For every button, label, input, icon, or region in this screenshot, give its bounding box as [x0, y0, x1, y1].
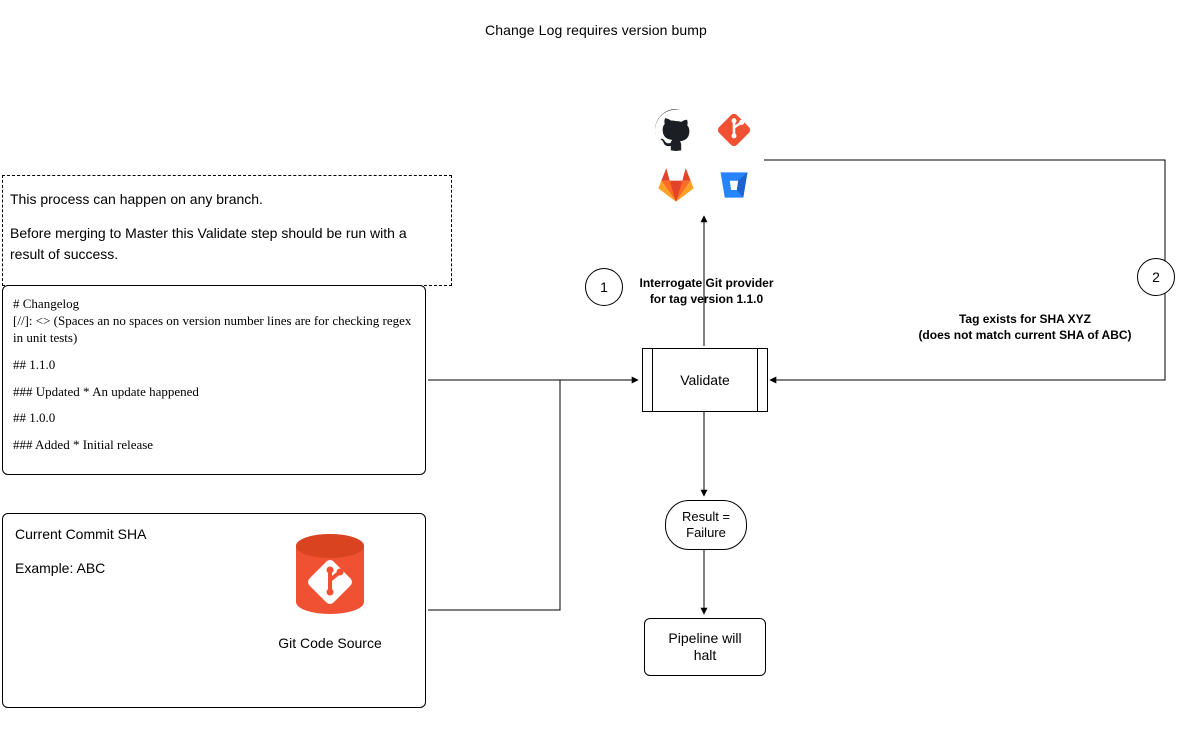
git-source-label: Git Code Source	[275, 634, 385, 652]
note-line-1: This process can happen on any branch.	[10, 189, 440, 211]
changelog-box: # Changelog [//]: <> (Spaces an no space…	[2, 285, 426, 475]
halt-line-2: halt	[694, 647, 717, 663]
commit-box: Current Commit SHA Example: ABC	[2, 513, 426, 708]
interrogate-line-1: Interrogate Git provider	[639, 276, 773, 290]
note-line-2: Before merging to Master this Validate s…	[10, 223, 440, 266]
git-database-icon	[291, 532, 369, 631]
changelog-meta: [//]: <> (Spaces an no spaces on version…	[13, 313, 415, 347]
result-terminator: Result = Failure	[665, 500, 747, 550]
edge-label-tag-exists: Tag exists for SHA XYZ (does not match c…	[870, 311, 1180, 343]
changelog-v110-updated: ### Updated * An update happened	[13, 384, 415, 401]
result-line-2: Failure	[686, 525, 726, 540]
github-icon	[655, 109, 697, 151]
interrogate-line-2: for tag version 1.1.0	[650, 292, 763, 306]
step-marker-1: 1	[585, 268, 623, 306]
git-providers	[651, 105, 759, 210]
validate-label: Validate	[680, 372, 730, 388]
changelog-v110: ## 1.1.0	[13, 357, 415, 374]
halt-line-1: Pipeline will	[668, 630, 741, 646]
changelog-v100-added: ### Added * Initial release	[13, 437, 415, 454]
changelog-h1: # Changelog	[13, 296, 415, 313]
halt-box: Pipeline will halt	[644, 618, 766, 676]
git-icon	[713, 109, 755, 151]
tag-line-2: (does not match current SHA of ABC)	[918, 328, 1131, 342]
validate-process: Validate	[642, 348, 768, 412]
tag-line-1: Tag exists for SHA XYZ	[959, 312, 1091, 326]
changelog-v100: ## 1.0.0	[13, 410, 415, 427]
result-line-1: Result =	[682, 509, 730, 524]
step-marker-2: 2	[1137, 258, 1175, 296]
note-box: This process can happen on any branch. B…	[2, 175, 452, 286]
bitbucket-icon	[713, 164, 755, 206]
page-title: Change Log requires version bump	[0, 22, 1192, 38]
gitlab-icon	[655, 164, 697, 206]
edge-label-interrogate: Interrogate Git provider for tag version…	[634, 275, 779, 307]
